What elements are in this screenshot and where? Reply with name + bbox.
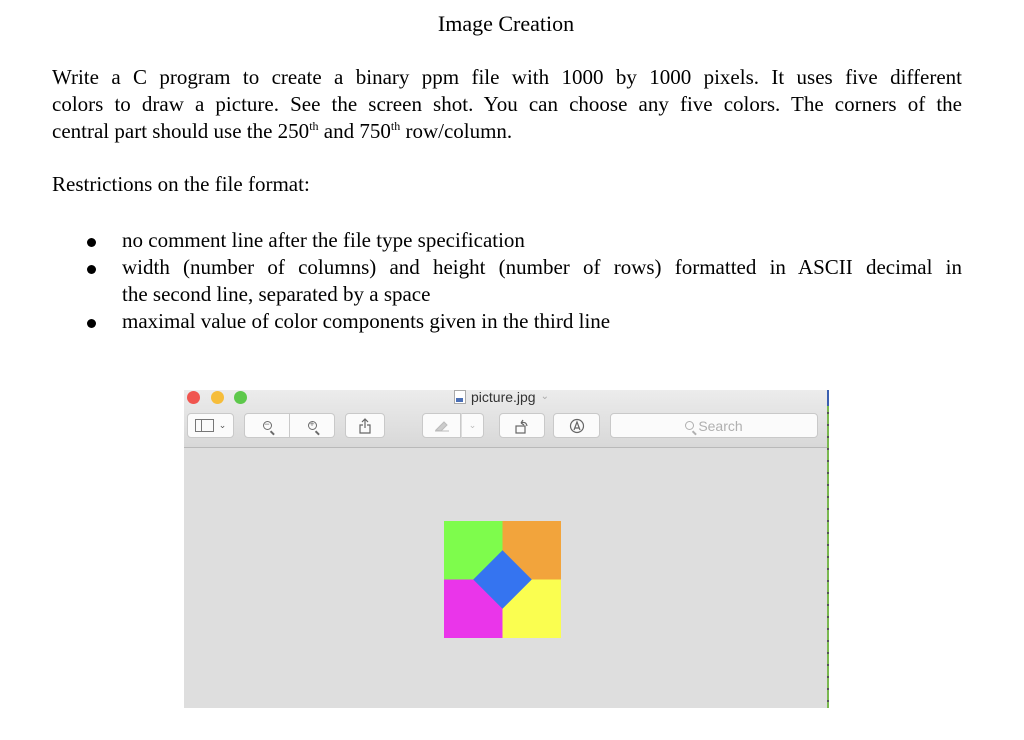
window-title[interactable]: picture.jpg ⌄ [454,388,549,406]
search-input[interactable]: Search [610,413,818,438]
zoom-in-button[interactable]: + [290,413,335,438]
share-icon [359,417,371,434]
superscript: th [390,119,401,133]
intro-paragraph: Write a C program to create a binary ppm… [52,64,962,145]
picture-canvas [444,521,561,638]
intro-text: row/column. [400,119,513,143]
list-item-text: width (number of columns) and height (nu… [122,255,962,279]
zoom-out-sign: − [264,419,270,429]
chevron-down-icon: ⌄ [540,391,549,402]
bullet-icon [87,238,96,247]
zoom-out-button[interactable]: − [244,413,290,438]
restrictions-list: no comment line after the file type spec… [0,227,962,335]
list-item-text: the second line, separated by a space [122,282,431,306]
intro-line-2: colors to draw a picture. See the screen… [52,92,962,116]
list-item: maximal value of color components given … [0,308,962,335]
zoom-in-sign: + [309,419,315,429]
rotate-icon [515,419,528,434]
bullet-icon [87,319,96,328]
list-item: width (number of columns) and height (nu… [0,254,962,308]
markup-dropdown-button[interactable]: ⌄ [461,413,484,438]
intro-line-1: Write a C program to create a binary ppm… [52,65,962,89]
rotate-button[interactable] [499,413,545,438]
pen-icon [434,420,449,432]
close-window-button[interactable] [187,391,200,404]
list-item-text: maximal value of color components given … [122,309,611,333]
bullet-icon [87,265,96,274]
window-toolbar: picture.jpg ⌄ ⌄ − + ⌄ Search [184,388,828,448]
superscript: th [309,119,319,133]
list-item-text: no comment line after the file type spec… [122,228,525,252]
image-file-icon [454,390,466,404]
sidebar-toggle-button[interactable]: ⌄ [187,413,234,438]
annotate-button[interactable] [553,413,600,438]
chevron-down-icon: ⌄ [468,420,477,430]
markup-pen-circle-icon [569,418,584,433]
window-edge [827,390,829,708]
chevron-down-icon: ⌄ [218,420,227,430]
zoom-out-icon: − [262,419,272,430]
document-title: Image Creation [437,11,575,36]
window-edge [827,390,829,406]
search-icon [685,421,695,430]
markup-button[interactable] [422,413,461,438]
zoom-in-icon: + [307,419,317,430]
maximize-window-button[interactable] [234,391,247,404]
intro-text: and 750 [318,119,391,143]
search-placeholder: Search [698,417,743,434]
intro-text: central part should use the 250 [52,119,310,143]
share-button[interactable] [345,413,385,438]
preview-window: picture.jpg ⌄ ⌄ − + ⌄ Search [184,388,829,708]
restrictions-heading: Restrictions on the file format: [52,172,310,196]
intro-line-3: central part should use the 250th and 75… [52,118,962,145]
list-item: no comment line after the file type spec… [0,227,962,254]
file-name: picture.jpg [471,389,536,405]
sidebar-icon [194,419,214,432]
minimize-window-button[interactable] [211,391,224,404]
